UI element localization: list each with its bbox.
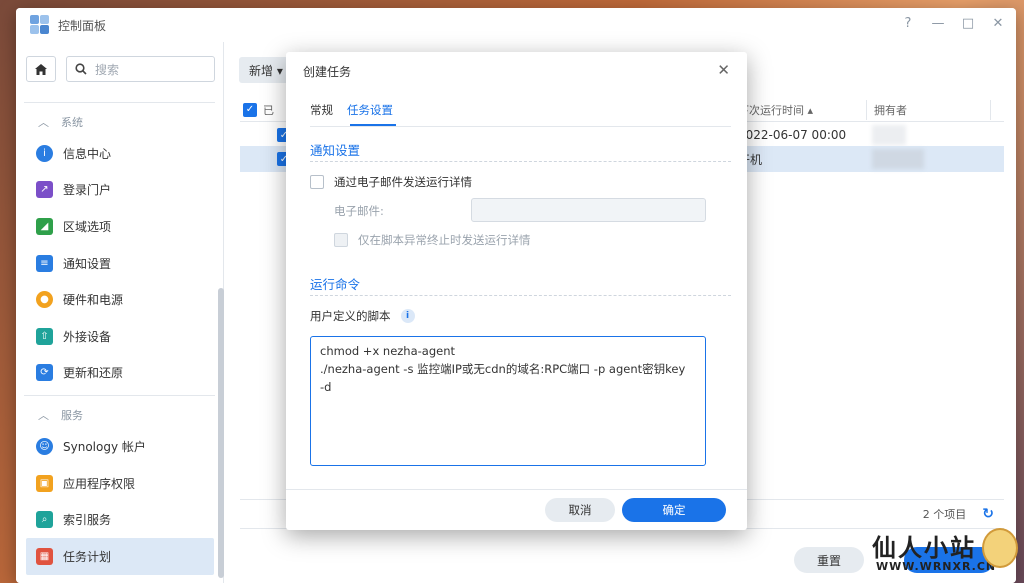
update-icon: ⟳ [36, 364, 53, 382]
owner-column-header[interactable]: 拥有者 [874, 102, 907, 118]
region-icon: ◢ [36, 217, 53, 235]
refresh-icon[interactable]: ↻ [982, 506, 994, 522]
next-run-column-header[interactable]: 下次运行时间 ▴ [738, 102, 813, 118]
group-system[interactable]: ︿ 系统 [16, 109, 223, 135]
maximize-icon[interactable]: □ [960, 16, 976, 31]
next-run-cell: 2022-06-07 00:00 [738, 128, 847, 142]
item-count: 2 个项目 [922, 508, 967, 521]
only-abnormal-label: 仅在脚本异常终止时发送运行详情 [358, 233, 531, 247]
owner-cell-blurred [872, 149, 924, 169]
sidebar-item-update-restore[interactable]: ⟳ 更新和还原 [16, 355, 223, 392]
sidebar-item-indexing[interactable]: ⌕ 索引服务 [16, 501, 223, 538]
send-email-checkbox[interactable] [310, 175, 324, 189]
sidebar-item-info-center[interactable]: i 信息中心 [16, 135, 223, 172]
script-label-row: 用户定义的脚本 i [310, 308, 415, 324]
sidebar-scrollbar[interactable] [218, 288, 224, 578]
owner-cell-blurred [872, 125, 906, 145]
close-icon[interactable]: ✕ [990, 16, 1006, 31]
status-column-header[interactable]: 已 [263, 102, 274, 118]
notification-icon: ≡ [36, 254, 53, 272]
help-icon[interactable]: ? [900, 16, 916, 31]
notification-section-title: 通知设置 [310, 143, 361, 158]
lock-icon: ▣ [36, 474, 53, 492]
tab-task-settings[interactable]: 任务设置 [347, 102, 393, 126]
close-icon[interactable]: ✕ [717, 61, 730, 79]
title-bar: 控制面板 ? — □ ✕ [16, 8, 1016, 42]
dialog-tabs: 常规 任务设置 [310, 102, 393, 126]
sidebar-item-notification[interactable]: ≡ 通知设置 [16, 245, 223, 282]
index-icon: ⌕ [36, 511, 53, 529]
home-button[interactable] [26, 56, 56, 82]
search-input[interactable]: 搜索 [66, 56, 215, 82]
cancel-button[interactable]: 取消 [545, 498, 615, 522]
sidebar-item-region[interactable]: ◢ 区域选项 [16, 208, 223, 245]
watermark: 仙人小站 WWW.WRNXR.CN [872, 528, 1022, 582]
create-task-dialog: 创建任务 ✕ 常规 任务设置 通知设置 通过电子邮件发送运行详情 电子邮件: 仅… [286, 52, 747, 530]
new-button[interactable]: 新增 ▾ [239, 57, 293, 83]
chevron-up-icon: ︿ [38, 409, 49, 423]
send-email-option[interactable]: 通过电子邮件发送运行详情 [310, 174, 472, 190]
select-all-checkbox[interactable]: ✓ [243, 102, 257, 117]
email-field[interactable] [471, 198, 706, 222]
account-icon: ☺ [36, 437, 53, 455]
watermark-title: 仙人小站 [872, 534, 976, 562]
watermark-url: WWW.WRNXR.CN [876, 560, 997, 573]
tab-general[interactable]: 常规 [310, 102, 333, 126]
info-icon[interactable]: i [400, 309, 415, 323]
home-icon [35, 63, 47, 75]
window-title: 控制面板 [58, 18, 107, 33]
bulb-icon: ● [36, 291, 53, 309]
reset-button[interactable]: 重置 [794, 547, 864, 573]
control-panel-icon [30, 15, 50, 35]
sidebar-item-login-portal[interactable]: ↗ 登录门户 [16, 172, 223, 209]
external-device-icon: ⇧ [36, 327, 53, 345]
group-services[interactable]: ︿ 服务 [16, 402, 223, 428]
sidebar-item-app-privileges[interactable]: ▣ 应用程序权限 [16, 465, 223, 502]
chevron-up-icon: ︿ [38, 116, 49, 129]
info-icon: i [36, 144, 53, 162]
sidebar-item-hardware-power[interactable]: ● 硬件和电源 [16, 281, 223, 318]
only-abnormal-checkbox[interactable] [334, 233, 348, 247]
dialog-title: 创建任务 [303, 65, 352, 79]
script-textarea[interactable]: chmod +x nezha-agent ./nezha-agent -s 监控… [310, 336, 706, 466]
script-label: 用户定义的脚本 [310, 309, 391, 323]
minimize-icon[interactable]: — [930, 16, 946, 31]
confirm-button[interactable]: 确定 [622, 498, 726, 522]
sidebar: 搜索 ︿ 系统 i 信息中心 ↗ 登录门户 ◢ 区域选项 ≡ 通知设置 ● 硬件… [16, 42, 224, 583]
search-icon [75, 63, 87, 75]
sidebar-item-external-devices[interactable]: ⇧ 外接设备 [16, 318, 223, 355]
calendar-icon: ▦ [36, 547, 53, 565]
email-label: 电子邮件: [334, 204, 384, 218]
only-abnormal-option[interactable]: 仅在脚本异常终止时发送运行详情 [334, 232, 531, 248]
sidebar-item-synology-account[interactable]: ☺ Synology 帐户 [16, 428, 223, 465]
run-command-section-title: 运行命令 [310, 277, 361, 292]
login-portal-icon: ↗ [36, 181, 53, 199]
search-placeholder: 搜索 [95, 62, 120, 77]
mascot-icon [982, 528, 1018, 568]
send-email-label: 通过电子邮件发送运行详情 [334, 175, 472, 189]
sidebar-item-task-scheduler[interactable]: ▦ 任务计划 [26, 537, 214, 575]
